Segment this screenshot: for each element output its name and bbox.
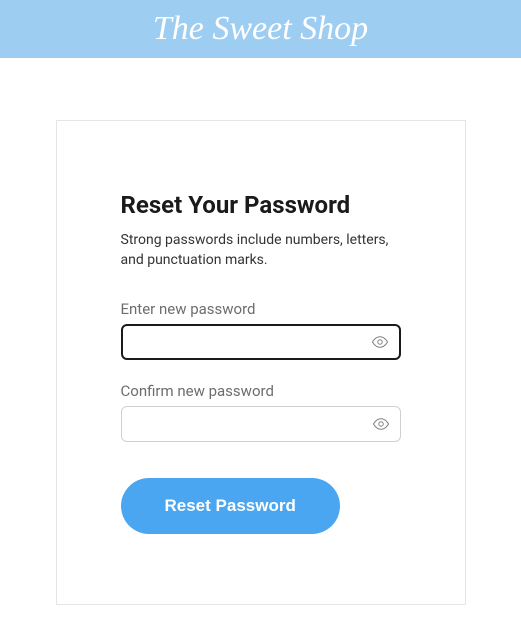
site-header: The Sweet Shop: [0, 0, 521, 58]
confirm-password-input[interactable]: [132, 407, 372, 441]
new-password-field-group: Enter new password: [121, 300, 401, 360]
eye-icon[interactable]: [371, 333, 389, 351]
page-subtitle: Strong passwords include numbers, letter…: [121, 231, 401, 270]
site-logo: The Sweet Shop: [153, 10, 368, 48]
new-password-input-wrapper: [121, 324, 401, 360]
confirm-password-field-group: Confirm new password: [121, 382, 401, 442]
page-title: Reset Your Password: [121, 191, 401, 219]
form-actions: Reset Password: [121, 478, 401, 534]
confirm-password-label: Confirm new password: [121, 382, 401, 400]
confirm-password-input-wrapper: [121, 406, 401, 442]
new-password-input[interactable]: [133, 326, 371, 358]
eye-icon[interactable]: [372, 415, 390, 433]
new-password-label: Enter new password: [121, 300, 401, 318]
reset-password-button[interactable]: Reset Password: [121, 478, 340, 534]
reset-password-card: Reset Your Password Strong passwords inc…: [56, 120, 466, 605]
